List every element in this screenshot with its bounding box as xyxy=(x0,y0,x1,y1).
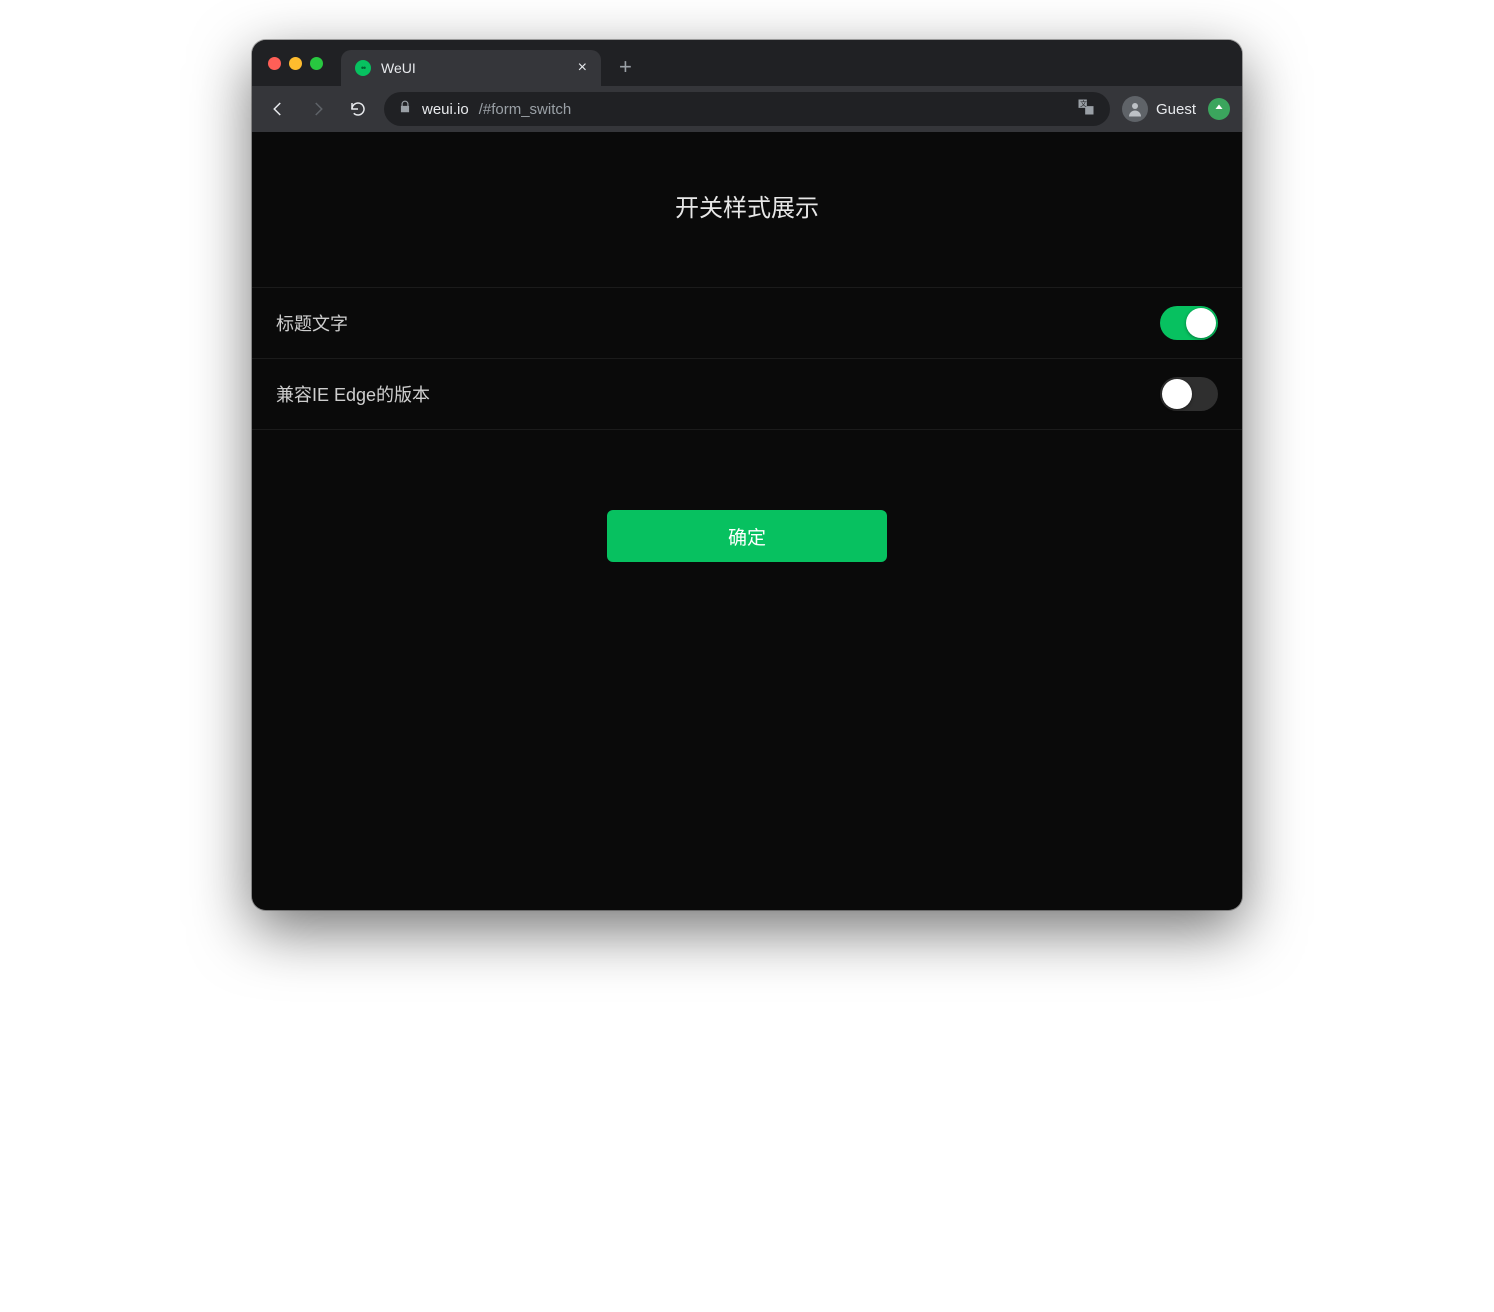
browser-toolbar: weui.io /#form_switch 文 Guest xyxy=(252,86,1242,132)
avatar-icon xyxy=(1122,96,1148,122)
translate-icon[interactable]: 文 xyxy=(1076,97,1096,121)
switch-knob xyxy=(1162,379,1192,409)
svg-text:文: 文 xyxy=(1080,99,1087,108)
switch-knob xyxy=(1186,308,1216,338)
form-cells: 标题文字 兼容IE Edge的版本 xyxy=(252,287,1242,430)
page-header: 开关样式展示 xyxy=(252,132,1242,247)
page-title: 开关样式展示 xyxy=(276,188,1218,223)
switch-row: 兼容IE Edge的版本 xyxy=(252,358,1242,430)
tab-strip: •• WeUI × + xyxy=(252,40,1242,86)
browser-window: •• WeUI × + weui.io /#form_switch 文 xyxy=(252,40,1242,910)
extension-button[interactable] xyxy=(1208,98,1230,120)
switch-row: 标题文字 xyxy=(252,287,1242,358)
window-minimize-button[interactable] xyxy=(289,57,302,70)
new-tab-button[interactable]: + xyxy=(609,54,642,80)
browser-tab[interactable]: •• WeUI × xyxy=(341,50,601,86)
wechat-icon: •• xyxy=(355,60,371,76)
window-controls xyxy=(268,57,323,70)
reload-button[interactable] xyxy=(344,95,372,123)
switch-toggle[interactable] xyxy=(1160,306,1218,340)
profile-chip[interactable]: Guest xyxy=(1122,96,1196,122)
address-bar[interactable]: weui.io /#form_switch 文 xyxy=(384,92,1110,126)
switch-row-label: 标题文字 xyxy=(276,310,348,336)
switch-toggle[interactable] xyxy=(1160,377,1218,411)
switch-row-label: 兼容IE Edge的版本 xyxy=(276,381,430,407)
url-host: weui.io xyxy=(422,101,469,118)
url-path: /#form_switch xyxy=(479,101,572,118)
page-content: 开关样式展示 标题文字 兼容IE Edge的版本 确定 xyxy=(252,132,1242,910)
window-close-button[interactable] xyxy=(268,57,281,70)
tab-title: WeUI xyxy=(381,60,568,76)
button-area: 确定 xyxy=(252,430,1242,586)
profile-label: Guest xyxy=(1156,101,1196,118)
window-maximize-button[interactable] xyxy=(310,57,323,70)
back-button[interactable] xyxy=(264,95,292,123)
confirm-button[interactable]: 确定 xyxy=(607,510,887,562)
lock-icon xyxy=(398,100,412,118)
close-icon[interactable]: × xyxy=(578,59,587,77)
forward-button[interactable] xyxy=(304,95,332,123)
